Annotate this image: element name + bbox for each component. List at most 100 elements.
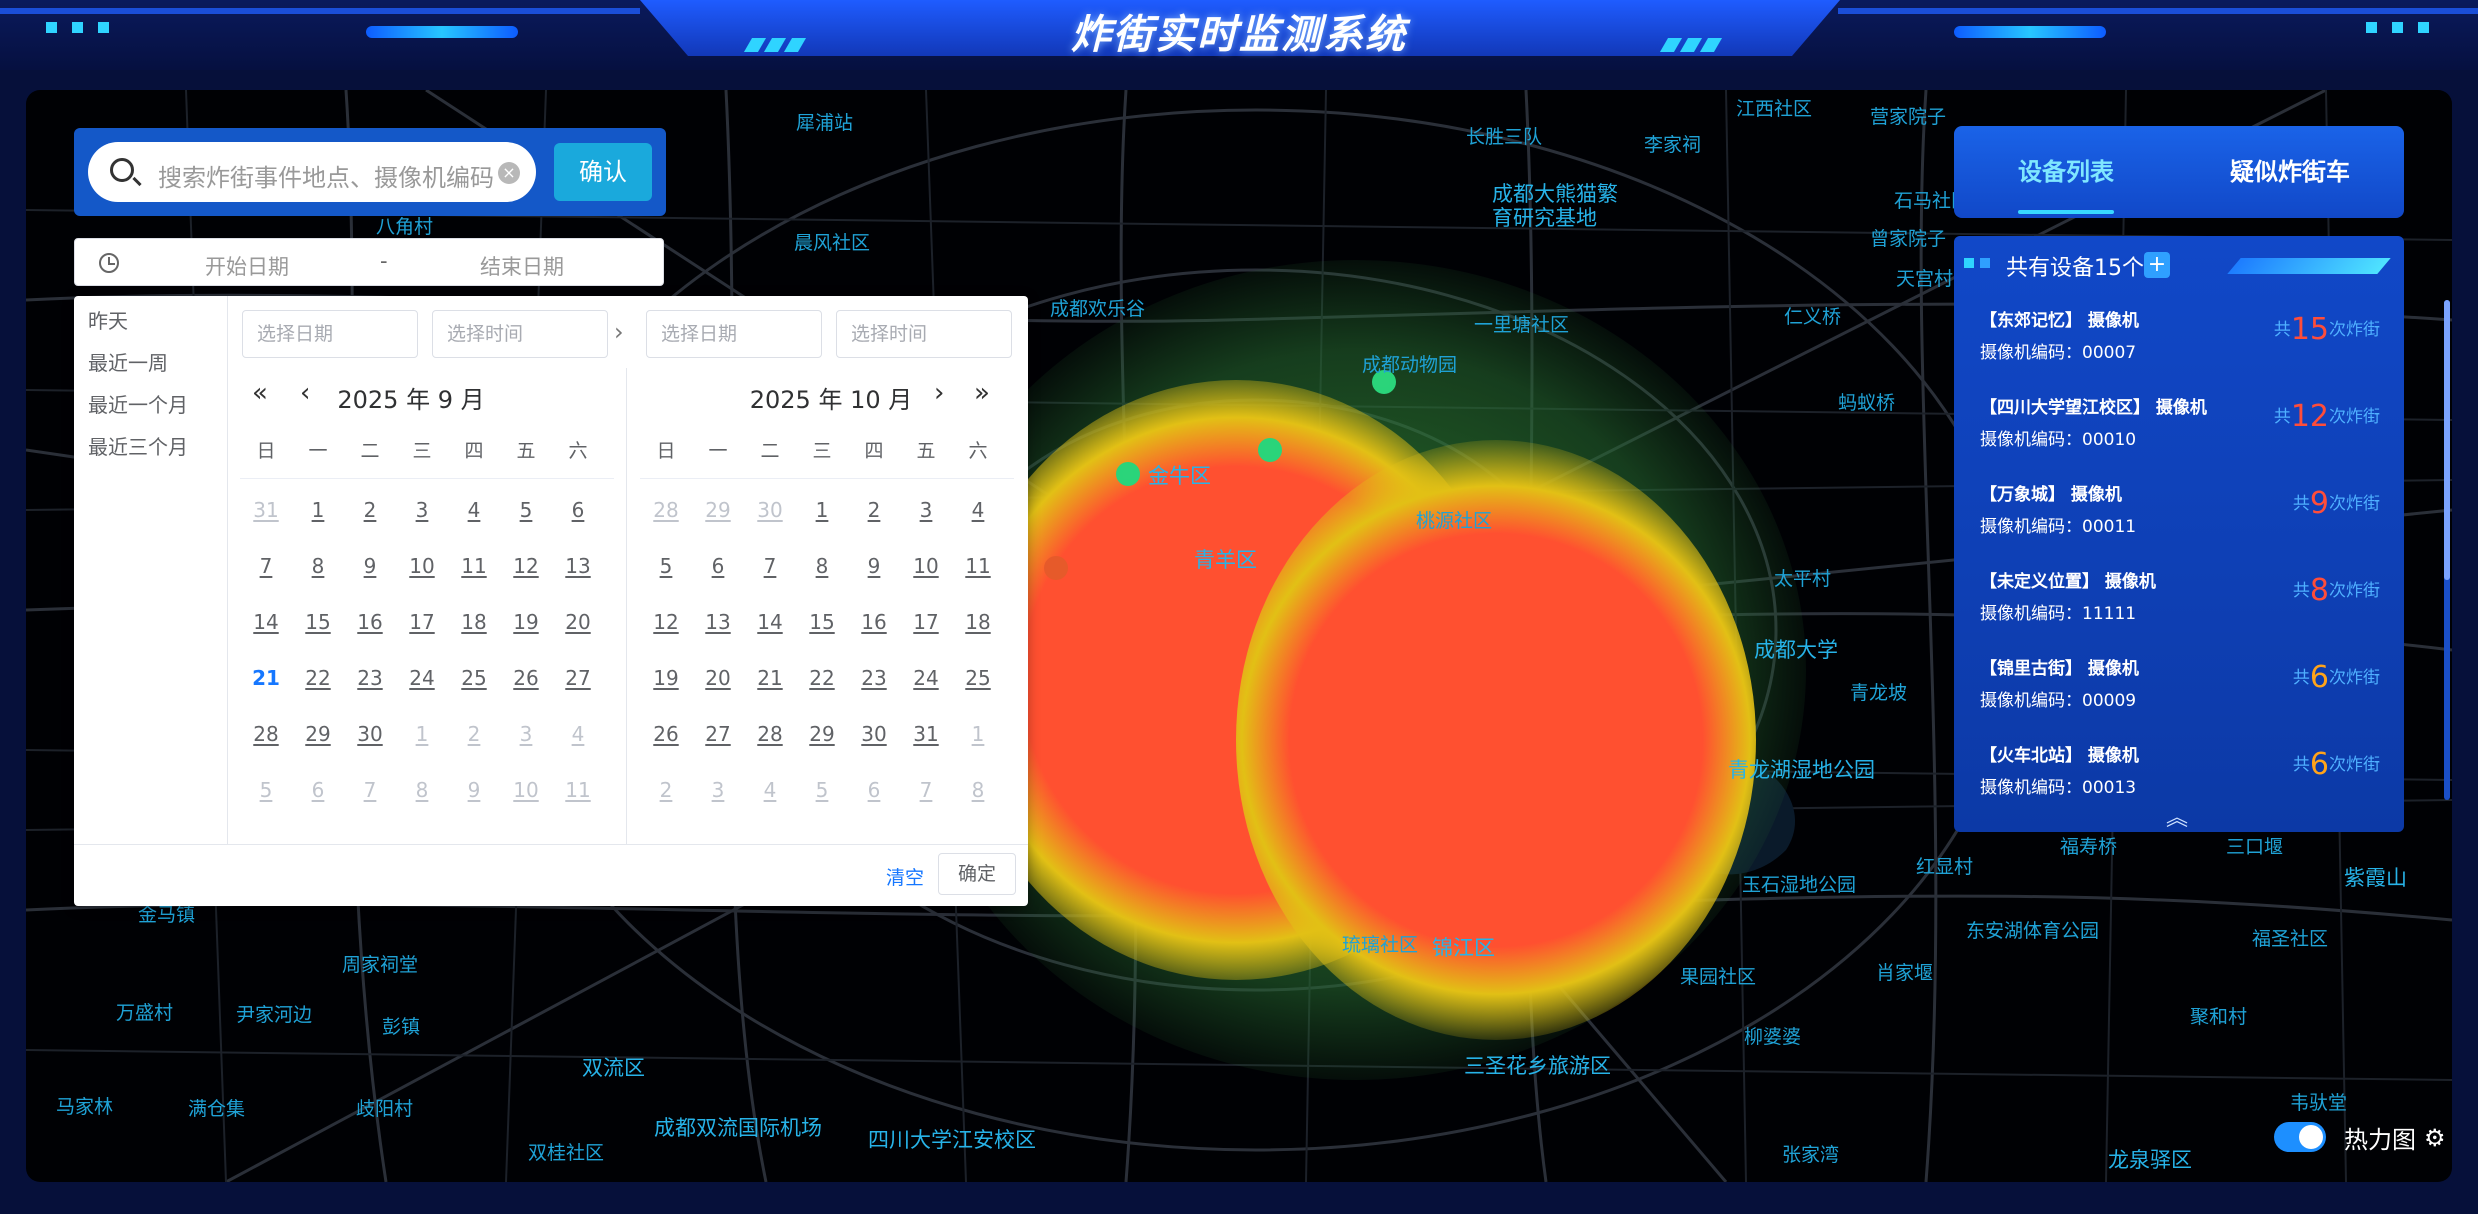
end-date-input[interactable]: 结束日期 (480, 251, 564, 281)
calendar-day[interactable]: 8 (396, 770, 448, 810)
calendar-day[interactable]: 27 (692, 714, 744, 754)
calendar-day[interactable]: 11 (952, 546, 1004, 586)
calendar-day[interactable]: 12 (640, 602, 692, 642)
calendar-day[interactable]: 12 (500, 546, 552, 586)
search-input[interactable]: 搜索炸街事件地点、摄像机编码 × (88, 142, 536, 202)
camera-marker-icon[interactable] (1116, 462, 1140, 486)
heatmap-toggle[interactable] (2274, 1122, 2326, 1152)
calendar-day[interactable]: 23 (848, 658, 900, 698)
calendar-day[interactable]: 31 (240, 490, 292, 530)
calendar-day[interactable]: 20 (552, 602, 604, 642)
calendar-day[interactable]: 6 (692, 546, 744, 586)
device-list-item[interactable]: 【锦里古街】 摄像机 摄像机编码：00009 共6次炸街 (1980, 654, 2380, 734)
calendar-day[interactable]: 29 (796, 714, 848, 754)
calendar-day[interactable]: 17 (396, 602, 448, 642)
calendar-day[interactable]: 2 (448, 714, 500, 754)
confirm-button[interactable]: 确认 (554, 143, 652, 201)
tab-device-list[interactable]: 设备列表 (2018, 152, 2114, 187)
start-time-field[interactable]: 选择时间 (432, 310, 608, 358)
calendar-day[interactable]: 16 (848, 602, 900, 642)
calendar-day[interactable]: 1 (952, 714, 1004, 754)
calendar-day[interactable]: 7 (240, 546, 292, 586)
collapse-icon[interactable]: ︽ (2166, 800, 2188, 832)
calendar-day[interactable]: 15 (292, 602, 344, 642)
calendar-day[interactable]: 18 (448, 602, 500, 642)
next-month-icon[interactable]: › (934, 378, 944, 408)
calendar-day[interactable]: 9 (344, 546, 396, 586)
calendar-day[interactable]: 19 (640, 658, 692, 698)
calendar-day[interactable]: 15 (796, 602, 848, 642)
calendar-day[interactable]: 3 (900, 490, 952, 530)
calendar-day[interactable]: 25 (952, 658, 1004, 698)
calendar-day[interactable]: 3 (500, 714, 552, 754)
calendar-day[interactable]: 4 (552, 714, 604, 754)
scrollbar-thumb[interactable] (2444, 300, 2450, 580)
calendar-day[interactable]: 20 (692, 658, 744, 698)
calendar-day[interactable]: 6 (552, 490, 604, 530)
camera-marker-icon[interactable] (1044, 556, 1068, 580)
next-year-icon[interactable]: » (974, 378, 990, 408)
calendar-day[interactable]: 26 (640, 714, 692, 754)
gear-icon[interactable]: ⚙ (2424, 1124, 2446, 1152)
calendar-day[interactable]: 4 (448, 490, 500, 530)
calendar-day[interactable]: 13 (692, 602, 744, 642)
camera-marker-icon[interactable] (1258, 438, 1282, 462)
calendar-day[interactable]: 11 (448, 546, 500, 586)
calendar-day[interactable]: 6 (292, 770, 344, 810)
calendar-day[interactable]: 4 (952, 490, 1004, 530)
device-list-item[interactable]: 【四川大学望江校区】 摄像机 摄像机编码：00010 共12次炸街 (1980, 393, 2380, 473)
calendar-day[interactable]: 5 (640, 546, 692, 586)
calendar-day[interactable]: 10 (900, 546, 952, 586)
calendar-day[interactable]: 7 (744, 546, 796, 586)
device-list-item[interactable]: 【东郊记忆】 摄像机 摄像机编码：00007 共15次炸街 (1980, 306, 2380, 386)
calendar-day[interactable]: 8 (796, 546, 848, 586)
calendar-day[interactable]: 22 (796, 658, 848, 698)
calendar-day[interactable]: 9 (848, 546, 900, 586)
calendar-day[interactable]: 1 (292, 490, 344, 530)
device-list-item[interactable]: 【未定义位置】 摄像机 摄像机编码：11111 共8次炸街 (1980, 567, 2380, 647)
calendar-day[interactable]: 19 (500, 602, 552, 642)
calendar-day[interactable]: 1 (796, 490, 848, 530)
device-list-item[interactable]: 【万象城】 摄像机 摄像机编码：00011 共9次炸街 (1980, 480, 2380, 560)
date-range-picker[interactable]: 开始日期 - 结束日期 (74, 238, 664, 286)
calendar-day[interactable]: 21 (240, 658, 292, 698)
calendar-day[interactable]: 3 (396, 490, 448, 530)
calendar-day[interactable]: 28 (240, 714, 292, 754)
calendar-day[interactable]: 29 (292, 714, 344, 754)
shortcut-last-three-months[interactable]: 最近三个月 (74, 426, 227, 468)
calendar-day[interactable]: 14 (240, 602, 292, 642)
calendar-day[interactable]: 3 (692, 770, 744, 810)
calendar-day[interactable]: 11 (552, 770, 604, 810)
calendar-day[interactable]: 21 (744, 658, 796, 698)
calendar-day[interactable]: 18 (952, 602, 1004, 642)
calendar-day[interactable]: 28 (744, 714, 796, 754)
calendar-day[interactable]: 6 (848, 770, 900, 810)
shortcut-yesterday[interactable]: 昨天 (74, 300, 227, 342)
calendar-day[interactable]: 2 (640, 770, 692, 810)
clear-icon[interactable]: × (498, 162, 520, 184)
calendar-day[interactable]: 24 (900, 658, 952, 698)
calendar-day[interactable]: 4 (744, 770, 796, 810)
calendar-day[interactable]: 31 (900, 714, 952, 754)
calendar-day[interactable]: 1 (396, 714, 448, 754)
calendar-day[interactable]: 23 (344, 658, 396, 698)
calendar-day[interactable]: 26 (500, 658, 552, 698)
calendar-day[interactable]: 2 (848, 490, 900, 530)
calendar-day[interactable]: 7 (344, 770, 396, 810)
calendar-day[interactable]: 25 (448, 658, 500, 698)
calendar-day[interactable]: 24 (396, 658, 448, 698)
calendar-day[interactable]: 5 (796, 770, 848, 810)
calendar-day[interactable]: 10 (396, 546, 448, 586)
calendar-day[interactable]: 8 (952, 770, 1004, 810)
calendar-day[interactable]: 2 (344, 490, 396, 530)
calendar-day[interactable]: 16 (344, 602, 396, 642)
end-time-field[interactable]: 选择时间 (836, 310, 1012, 358)
clear-button[interactable]: 清空 (886, 863, 924, 890)
calendar-day[interactable]: 30 (344, 714, 396, 754)
tab-suspect-vehicles[interactable]: 疑似炸街车 (2230, 152, 2350, 187)
ok-button[interactable]: 确定 (938, 853, 1016, 895)
calendar-day[interactable]: 8 (292, 546, 344, 586)
calendar-day[interactable]: 5 (500, 490, 552, 530)
device-list-scrollbar[interactable] (2444, 300, 2450, 800)
shortcut-last-week[interactable]: 最近一周 (74, 342, 227, 384)
